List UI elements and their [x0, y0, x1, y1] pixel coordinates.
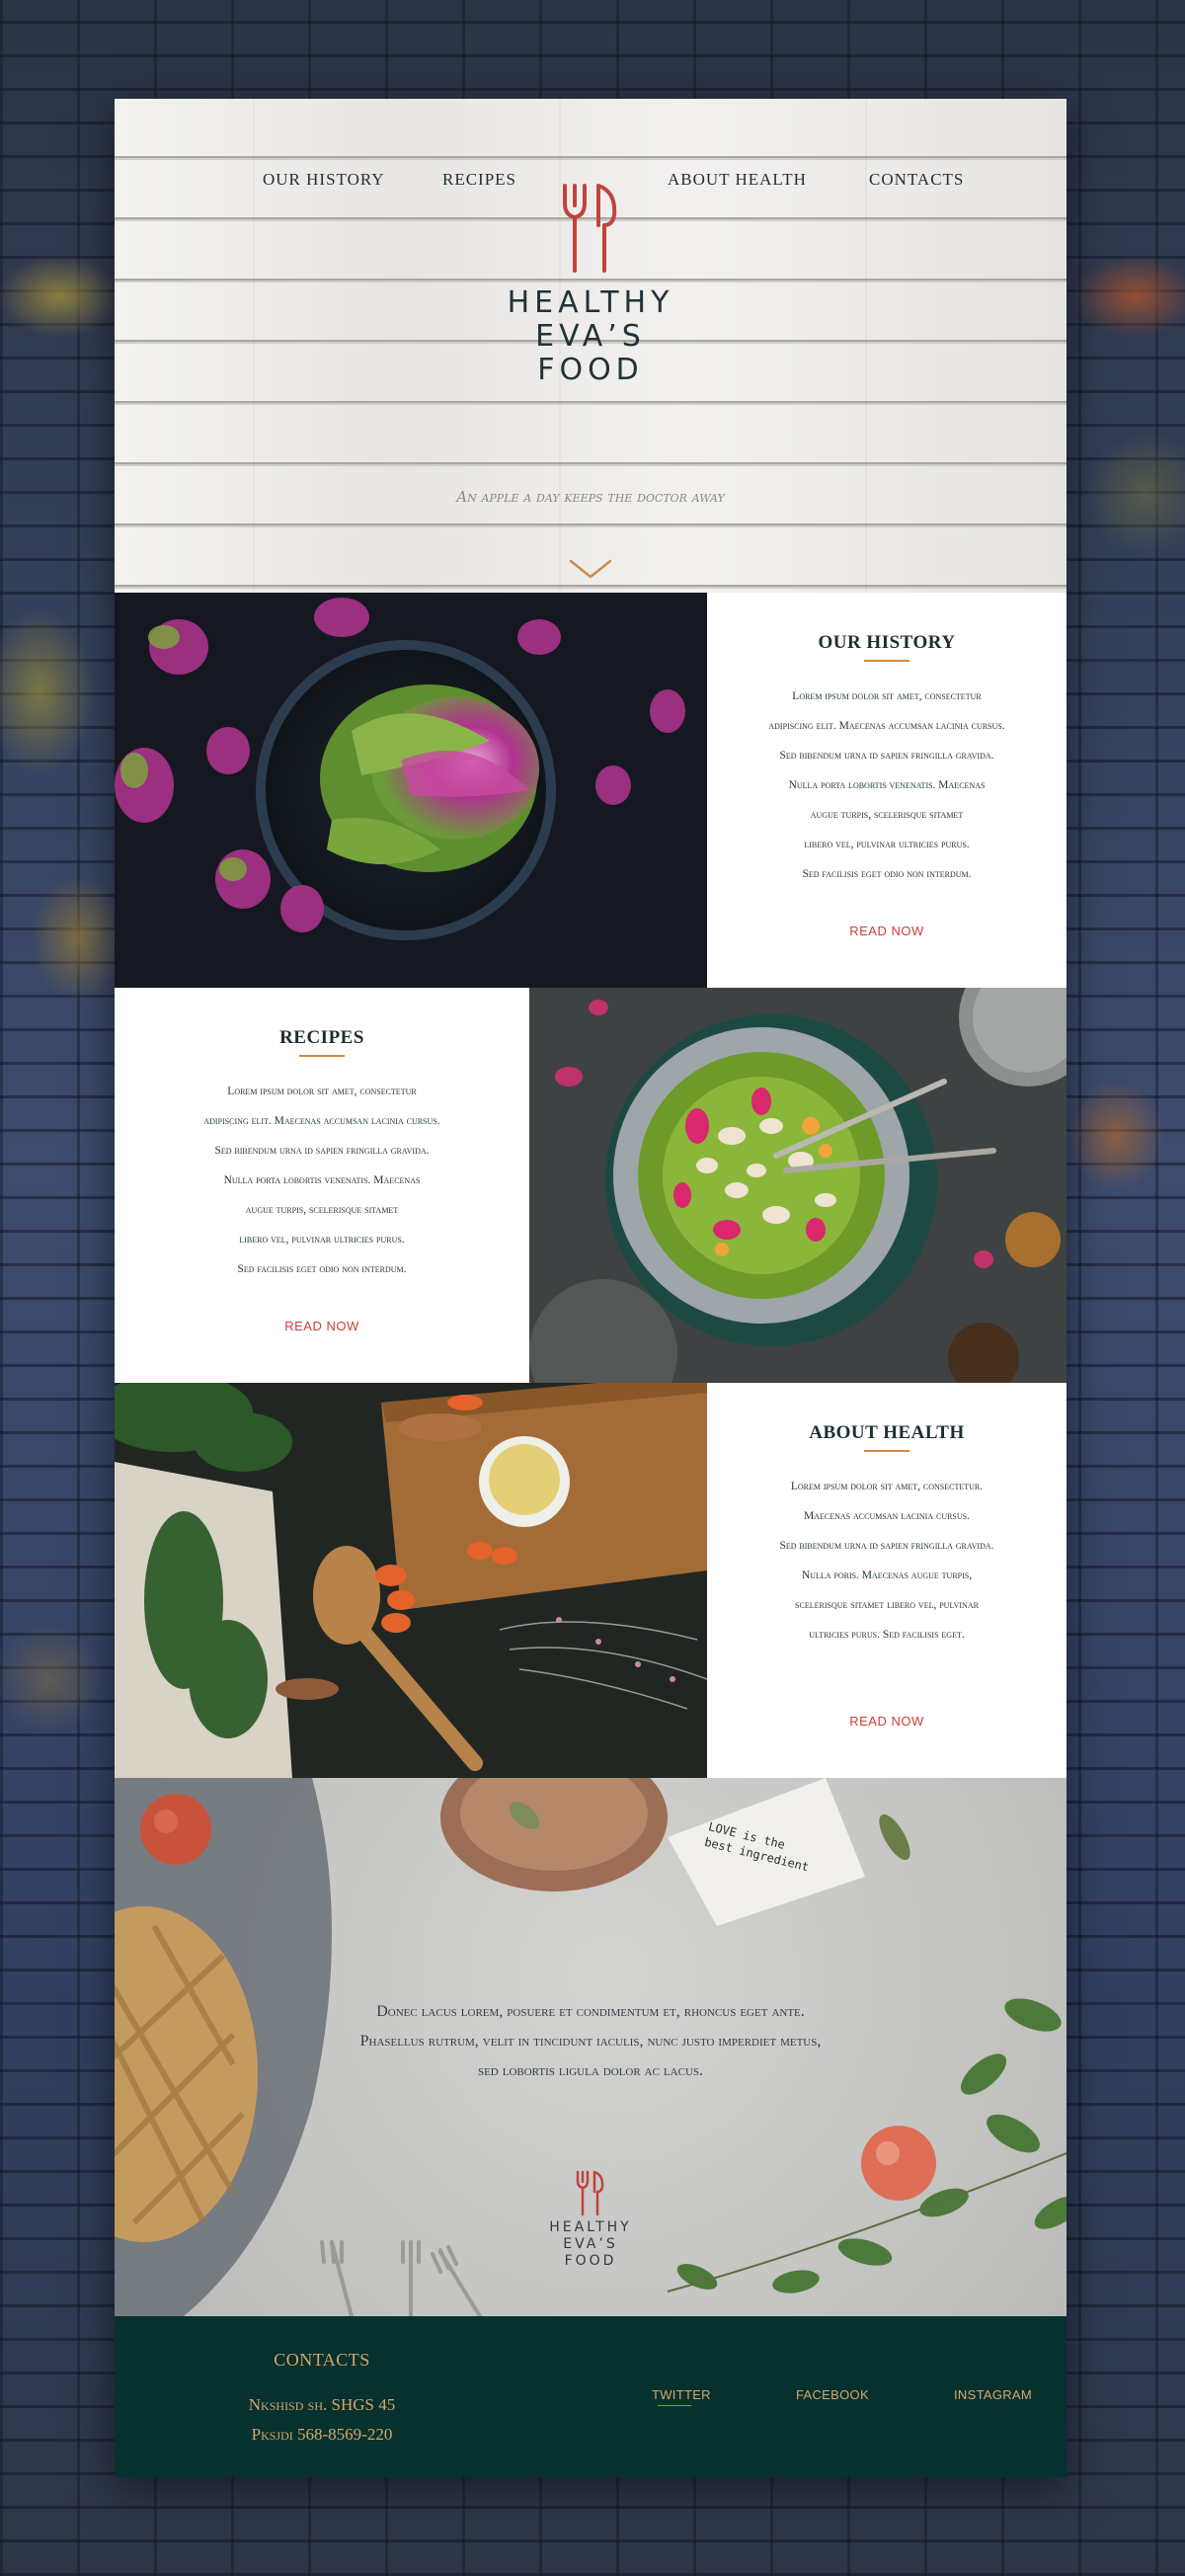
footer-contacts-title: CONTACTS: [274, 2350, 370, 2370]
salad-photo: [529, 988, 1066, 1383]
logo-line-1: HEALTHY: [549, 2219, 632, 2235]
footer-logo-wordmark: HEALTHY EVA’S FOOD: [541, 2219, 640, 2270]
twitter-link[interactable]: TWITTER: [652, 2387, 711, 2402]
twitter-underline: [658, 2405, 691, 2406]
card-about-health: ABOUT HEALTH Lorem ipsum dolor sit amet,…: [707, 1383, 1066, 1778]
logo-line-2: EVA’S: [535, 319, 646, 354]
card-title: ABOUT HEALTH: [809, 1422, 965, 1443]
logo-line-3: FOOD: [564, 2253, 617, 2269]
read-now-link[interactable]: READ NOW: [707, 924, 1066, 938]
nav-about-health[interactable]: ABOUT HEALTH: [668, 170, 807, 190]
nav-contacts[interactable]: CONTACTS: [869, 170, 964, 190]
instagram-link[interactable]: INSTAGRAM: [954, 2387, 1032, 2402]
section-about-health: ABOUT HEALTH Lorem ipsum dolor sit amet,…: [115, 1383, 1066, 1778]
hero-header: OUR HISTORY RECIPES ABOUT HEALTH CONTACT…: [115, 99, 1066, 593]
card-title: RECIPES: [279, 1027, 364, 1048]
facebook-link[interactable]: FACEBOOK: [796, 2387, 869, 2402]
fork-logo-icon: [563, 184, 617, 273]
chevron-down-icon[interactable]: [567, 557, 614, 581]
nav-recipes[interactable]: RECIPES: [442, 170, 516, 190]
card-our-history: OUR HISTORY Lorem ipsum dolor sit amet, …: [707, 593, 1066, 988]
card-body-text: Lorem ipsum dolor sit amet, consectetur …: [203, 1086, 440, 1275]
section-our-history: OUR HISTORY Lorem ipsum dolor sit amet, …: [115, 593, 1066, 988]
hero-tagline: An apple a day keeps the doctor away: [456, 488, 725, 506]
landing-page: OUR HISTORY RECIPES ABOUT HEALTH CONTACT…: [115, 99, 1066, 2477]
closing-banner: LOVE is the best ingredient Donec lacus …: [115, 1778, 1066, 2316]
closing-text: Donec lacus lorem, posuere et condimentu…: [359, 2003, 822, 2079]
title-divider: [864, 660, 909, 662]
footer-address: Nkshisd sh. SHGS 45: [248, 2395, 396, 2414]
logo-line-3: FOOD: [537, 353, 644, 387]
section-recipes: RECIPES Lorem ipsum dolor sit amet, cons…: [115, 988, 1066, 1383]
title-divider: [299, 1055, 345, 1057]
read-now-link[interactable]: READ NOW: [707, 1714, 1066, 1729]
cabbage-photo: [115, 593, 707, 988]
fork-logo-icon: [576, 2170, 604, 2216]
card-body-text: Lorem ipsum dolor sit amet, consectetur.…: [779, 1481, 994, 1641]
card-title: OUR HISTORY: [818, 632, 956, 653]
card-body-text: Lorem ipsum dolor sit amet, consectetur …: [768, 690, 1005, 880]
title-divider: [864, 1450, 909, 1452]
card-recipes: RECIPES Lorem ipsum dolor sit amet, cons…: [115, 988, 529, 1383]
logo-line-2: EVA’S: [563, 2236, 618, 2252]
read-now-link[interactable]: READ NOW: [115, 1319, 529, 1333]
logo-wordmark[interactable]: HEALTHY EVA’S FOOD: [492, 286, 689, 387]
nav-our-history[interactable]: OUR HISTORY: [263, 170, 385, 190]
logo-line-1: HEALTHY: [507, 285, 674, 320]
footer-phone[interactable]: Pksjdi 568-8569-220: [203, 2425, 440, 2445]
cutting-board-photo: [115, 1383, 707, 1778]
footer: CONTACTS Nkshisd sh. SHGS 45 Pksjdi 568-…: [115, 2316, 1066, 2477]
